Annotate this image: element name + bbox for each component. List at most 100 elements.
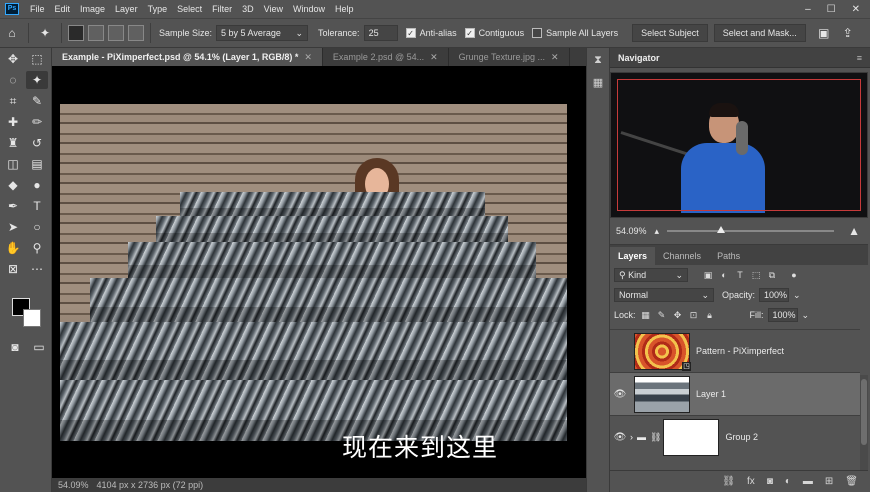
close-icon[interactable]: ✕ bbox=[551, 52, 559, 62]
menu-window[interactable]: Window bbox=[288, 4, 330, 14]
ellipse-tool-icon[interactable]: ○ bbox=[26, 218, 48, 236]
menu-select[interactable]: Select bbox=[172, 4, 207, 14]
history-brush-icon[interactable]: ↺ bbox=[26, 134, 48, 152]
fx-icon[interactable]: fx bbox=[747, 476, 755, 487]
magic-wand-tool-icon[interactable]: ✦ bbox=[26, 71, 48, 89]
shape-filter-icon[interactable]: ⬚ bbox=[750, 269, 762, 281]
path-selection-icon[interactable]: ➤ bbox=[2, 218, 24, 236]
add-selection-button[interactable] bbox=[88, 25, 104, 41]
sample-size-select[interactable]: 5 by 5 Average ⌄ bbox=[216, 25, 309, 41]
opacity-input[interactable]: 100% bbox=[759, 288, 790, 302]
adjustment-layer-icon[interactable]: ◐ bbox=[785, 476, 791, 487]
healing-brush-icon[interactable]: ✚ bbox=[2, 113, 24, 131]
hand-tool-icon[interactable]: ✋ bbox=[2, 239, 24, 257]
workspace-icon[interactable]: ▣ bbox=[816, 25, 832, 41]
navigator-zoom-slider[interactable] bbox=[667, 226, 835, 233]
home-icon[interactable]: ⌂ bbox=[4, 25, 20, 41]
type-filter-icon[interactable]: T bbox=[734, 269, 746, 281]
document-canvas[interactable]: 现在来到这里 bbox=[52, 66, 586, 478]
tolerance-input[interactable]: 25 bbox=[363, 25, 398, 41]
lasso-tool-icon[interactable]: ◌ bbox=[2, 71, 24, 89]
quick-mask-icon[interactable]: ◙ bbox=[4, 338, 26, 356]
intersect-selection-button[interactable] bbox=[128, 25, 144, 41]
eyedropper-tool-icon[interactable]: ✎ bbox=[26, 92, 48, 110]
dodge-tool-icon[interactable]: ● bbox=[26, 176, 48, 194]
fill-input[interactable]: 100% bbox=[767, 308, 798, 322]
close-icon[interactable]: ✕ bbox=[430, 52, 438, 62]
menu-image[interactable]: Image bbox=[75, 4, 110, 14]
lock-pixels-icon[interactable]: ✎ bbox=[656, 309, 668, 321]
menu-layer[interactable]: Layer bbox=[110, 4, 143, 14]
zoom-out-icon[interactable]: ▴ bbox=[655, 226, 660, 237]
add-mask-icon[interactable]: ◙ bbox=[767, 476, 773, 487]
adjustment-filter-icon[interactable]: ◐ bbox=[718, 269, 730, 281]
close-icon[interactable]: ✕ bbox=[852, 4, 860, 15]
select-and-mask-button[interactable]: Select and Mask... bbox=[713, 24, 806, 42]
move-tool-icon[interactable]: ✥ bbox=[2, 50, 24, 68]
blend-mode-select[interactable]: Normal ⌄ bbox=[614, 288, 714, 302]
kind-filter-select[interactable]: ⚲ Kind ⌄ bbox=[614, 268, 688, 282]
select-subject-button[interactable]: Select Subject bbox=[632, 24, 708, 42]
new-layer-icon[interactable]: ⊞ bbox=[825, 476, 833, 487]
menu-help[interactable]: Help bbox=[330, 4, 359, 14]
frame-tool-icon[interactable]: ⊠ bbox=[2, 260, 24, 278]
menu-edit[interactable]: Edit bbox=[50, 4, 76, 14]
layer-row[interactable]: ◳ Pattern - PiXimperfect bbox=[610, 329, 860, 372]
scroll-thumb[interactable] bbox=[861, 379, 867, 445]
lock-transparency-icon[interactable]: ▦ bbox=[640, 309, 652, 321]
navigator-view-box[interactable] bbox=[617, 79, 861, 211]
maximize-icon[interactable]: ☐ bbox=[827, 4, 836, 15]
menu-view[interactable]: View bbox=[259, 4, 288, 14]
navigator-title[interactable]: Navigator bbox=[618, 53, 660, 63]
eraser-tool-icon[interactable]: ◫ bbox=[2, 155, 24, 173]
new-selection-button[interactable] bbox=[68, 25, 84, 41]
anti-alias-checkbox[interactable]: ✓ bbox=[405, 28, 416, 38]
more-tools-icon[interactable]: ⋯ bbox=[26, 260, 48, 278]
type-tool-icon[interactable]: T bbox=[26, 197, 48, 215]
eye-icon[interactable]: 👁︎ bbox=[610, 389, 630, 400]
navigator-preview[interactable] bbox=[610, 72, 868, 218]
eye-icon[interactable]: 👁︎ bbox=[610, 432, 630, 443]
tab-example-piximperfect[interactable]: Example - PiXimperfect.psd @ 54.1% (Laye… bbox=[52, 48, 323, 66]
chevron-down-icon[interactable]: ⌄ bbox=[793, 290, 801, 301]
blur-tool-icon[interactable]: ◆ bbox=[2, 176, 24, 194]
background-color-swatch[interactable] bbox=[23, 309, 41, 327]
minimize-icon[interactable]: – bbox=[805, 4, 811, 15]
pen-tool-icon[interactable]: ✒ bbox=[2, 197, 24, 215]
lock-position-icon[interactable]: ✥ bbox=[672, 309, 684, 321]
layers-scrollbar[interactable] bbox=[860, 375, 868, 471]
sample-all-layers-checkbox[interactable] bbox=[532, 28, 543, 38]
properties-icon[interactable]: ▦ bbox=[589, 76, 607, 92]
panel-menu-icon[interactable]: ≡ bbox=[857, 53, 862, 63]
pixel-filter-icon[interactable]: ▣ bbox=[702, 269, 714, 281]
lock-all-icon[interactable]: 🔒︎ bbox=[704, 309, 716, 321]
screen-mode-icon[interactable]: ▭ bbox=[28, 338, 50, 356]
trash-icon[interactable]: 🗑︎ bbox=[845, 476, 858, 487]
share-icon[interactable]: ⇪ bbox=[840, 25, 856, 41]
layer-row[interactable]: 👁︎ › ▬ ⛓ Group 2 bbox=[610, 415, 860, 458]
new-group-icon[interactable]: ▬ bbox=[803, 476, 813, 487]
marquee-tool-icon[interactable]: ⬚ bbox=[26, 50, 48, 68]
tab-example-2[interactable]: Example 2.psd @ 54... ✕ bbox=[323, 48, 449, 66]
zoom-level[interactable]: 54.09% bbox=[58, 480, 89, 490]
tab-channels[interactable]: Channels bbox=[655, 247, 709, 265]
brush-tool-icon[interactable]: ✏ bbox=[26, 113, 48, 131]
slider-thumb[interactable] bbox=[716, 226, 725, 233]
menu-3d[interactable]: 3D bbox=[237, 4, 259, 14]
clone-stamp-icon[interactable]: ♜ bbox=[2, 134, 24, 152]
gradient-tool-icon[interactable]: ▤ bbox=[26, 155, 48, 173]
zoom-in-icon[interactable]: ▲ bbox=[848, 224, 860, 238]
magic-wand-preset-icon[interactable]: ✦ bbox=[37, 25, 53, 41]
tab-grunge-texture[interactable]: Grunge Texture.jpg ... ✕ bbox=[449, 48, 570, 66]
navigator-zoom-value[interactable]: 54.09% bbox=[616, 226, 647, 236]
history-icon[interactable]: ⧗ bbox=[589, 54, 607, 70]
link-layers-icon[interactable]: ⛓ bbox=[722, 476, 735, 487]
crop-tool-icon[interactable]: ⌗ bbox=[2, 92, 24, 110]
expand-arrow-icon[interactable]: › bbox=[630, 432, 633, 442]
close-icon[interactable]: ✕ bbox=[304, 52, 312, 62]
chevron-down-icon[interactable]: ⌄ bbox=[802, 310, 810, 321]
zoom-tool-icon[interactable]: ⚲ bbox=[26, 239, 48, 257]
subtract-selection-button[interactable] bbox=[108, 25, 124, 41]
contiguous-checkbox[interactable]: ✓ bbox=[464, 28, 475, 38]
tab-layers[interactable]: Layers bbox=[610, 247, 656, 265]
